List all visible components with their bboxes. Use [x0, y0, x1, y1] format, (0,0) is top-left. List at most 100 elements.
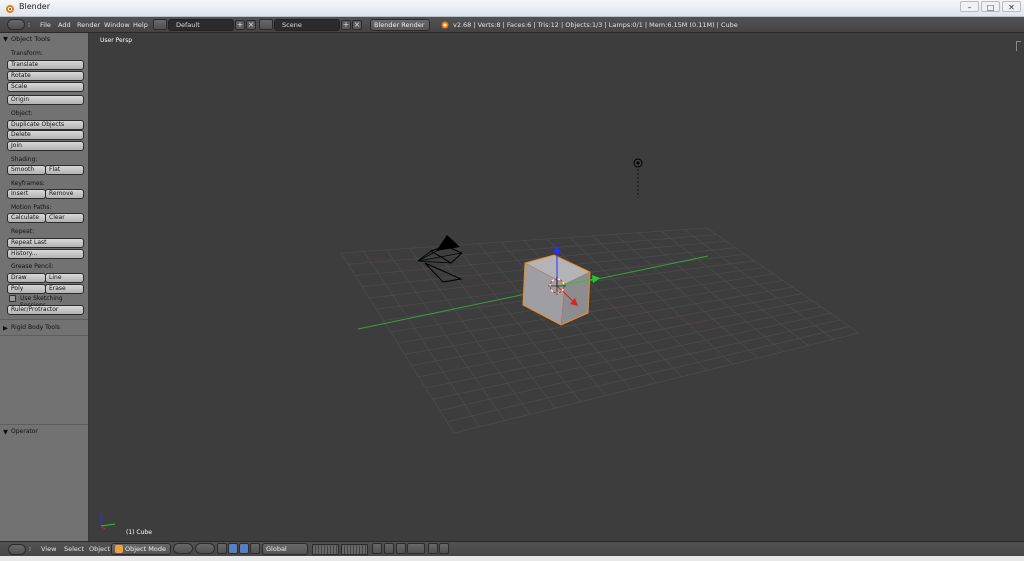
view-perspective-label: User Persp	[100, 37, 133, 44]
transform-orientation-dropdown[interactable]: Global	[262, 543, 308, 555]
grid-line	[432, 312, 831, 400]
grease-pencil-label: Grease Pencil:	[11, 263, 54, 270]
menu-file[interactable]: File	[40, 19, 51, 31]
manipulator-toggle-icon[interactable]	[217, 543, 227, 554]
pivot-point-icon[interactable]	[195, 543, 215, 554]
blender-logo-icon	[6, 5, 14, 13]
duplicate-objects-button[interactable]: Duplicate Objects	[7, 120, 84, 130]
viewport-scene[interactable]	[89, 33, 1024, 541]
ruler-protractor-button[interactable]: Ruler/Protractor	[7, 305, 84, 315]
menu-collapse-icon[interactable]: ⁝	[29, 543, 31, 555]
screen-layout-field[interactable]: Default	[168, 19, 234, 31]
panel-collapse-arrow-icon[interactable]: ▼	[3, 428, 8, 436]
clear-button[interactable]: Clear	[45, 213, 84, 223]
scale-button[interactable]: Scale	[7, 82, 84, 92]
rotate-button[interactable]: Rotate	[7, 71, 84, 81]
add-scene-button[interactable]: +	[341, 20, 351, 30]
shading-label: Shading:	[11, 156, 38, 163]
window-title: Blender	[19, 2, 50, 11]
grid-line	[453, 332, 860, 434]
scene-stats: v2.68 | Verts:8 | Faces:6 | Tris:12 | Ob…	[453, 21, 738, 29]
screen-layout-icon[interactable]	[153, 19, 167, 30]
view-axis-gizmo	[100, 513, 116, 530]
blender-logo-icon	[441, 21, 449, 29]
grease-poly-button[interactable]: Poly	[7, 284, 46, 294]
rigid-body-tools-panel-title[interactable]: Rigid Body Tools	[11, 324, 60, 331]
maximize-button[interactable]: □	[981, 1, 1000, 12]
menu-object[interactable]: Object	[89, 543, 110, 555]
render-engine-dropdown[interactable]: Blender Render	[370, 19, 430, 31]
scale-manipulator-icon[interactable]	[250, 543, 260, 554]
window-titlebar: Blender – □ ✕	[0, 0, 1024, 17]
insert-keyframe-button[interactable]: Insert	[7, 189, 46, 199]
scene-icon[interactable]	[259, 19, 273, 30]
object-tools-panel-title[interactable]: Object Tools	[11, 35, 50, 43]
taskbar-strip	[0, 556, 1024, 561]
floor-grid	[340, 227, 860, 434]
operator-panel-title[interactable]: Operator	[11, 428, 38, 435]
add-screen-button[interactable]: +	[235, 20, 245, 30]
opengl-render-icon[interactable]	[428, 543, 438, 554]
area-split-corner-icon[interactable]	[1016, 41, 1021, 51]
calculate-button[interactable]: Calculate	[7, 213, 46, 223]
object-mode-icon	[115, 545, 123, 553]
menu-render[interactable]: Render	[77, 19, 100, 31]
snap-element-icon[interactable]	[407, 543, 425, 554]
panel-expand-arrow-icon[interactable]: ▶	[3, 324, 8, 332]
remove-scene-button[interactable]: ×	[352, 20, 362, 30]
blender-window: Blender – □ ✕ ⁝ File Add Render Window H…	[0, 0, 1024, 561]
snap-toggle-icon[interactable]	[396, 543, 406, 554]
translate-manipulator-icon[interactable]	[228, 543, 238, 554]
panel-collapse-arrow-icon[interactable]: ▼	[3, 35, 8, 43]
editor-type-icon[interactable]	[8, 544, 26, 555]
keyframes-label: Keyframes:	[11, 180, 45, 187]
viewport-shading-icon[interactable]	[173, 543, 193, 554]
flat-button[interactable]: Flat	[45, 165, 84, 175]
rotate-manipulator-icon[interactable]	[239, 543, 249, 554]
layer-buttons-group-2[interactable]	[341, 544, 368, 555]
opengl-animation-icon[interactable]	[439, 543, 449, 554]
info-header: ⁝ File Add Render Window Help Default + …	[0, 17, 1024, 33]
3d-view-header: ⁝ View Select Object Object Mode Global	[0, 541, 1024, 556]
remove-keyframe-button[interactable]: Remove	[45, 189, 84, 199]
camera-object[interactable]	[417, 235, 463, 283]
close-button[interactable]: ✕	[1002, 1, 1021, 12]
grease-draw-button[interactable]: Draw	[7, 273, 46, 283]
menu-view[interactable]: View	[41, 543, 56, 555]
grease-erase-button[interactable]: Erase	[45, 284, 84, 294]
3d-viewport[interactable]: User Persp (1) Cube	[89, 33, 1024, 541]
lock-layers-icon[interactable]	[372, 543, 382, 554]
history-button[interactable]: History...	[7, 249, 84, 259]
repeat-last-button[interactable]: Repeat Last	[7, 238, 84, 248]
smooth-button[interactable]: Smooth	[7, 165, 46, 175]
repeat-label: Repeat:	[11, 228, 35, 235]
proportional-edit-icon[interactable]	[384, 543, 394, 554]
remove-screen-button[interactable]: ×	[246, 20, 256, 30]
grid-line	[446, 326, 850, 423]
menu-select[interactable]: Select	[64, 543, 84, 555]
grid-line	[569, 237, 708, 371]
scene-field[interactable]: Scene	[274, 19, 340, 31]
origin-button[interactable]: Origin	[7, 95, 84, 105]
join-button[interactable]: Join	[7, 141, 84, 151]
menu-window[interactable]: Window	[104, 19, 130, 31]
menu-collapse-icon[interactable]: ⁝	[28, 19, 30, 31]
transform-label: Transform:	[11, 50, 43, 57]
mode-label: Object Mode	[125, 545, 166, 553]
editor-type-icon[interactable]	[7, 19, 25, 30]
lamp-object[interactable]	[633, 158, 643, 198]
translate-button[interactable]: Translate	[7, 60, 84, 70]
menu-help[interactable]: Help	[133, 19, 148, 31]
use-sketching-checkbox[interactable]	[9, 295, 16, 302]
delete-button[interactable]: Delete	[7, 130, 84, 140]
object-label: Object:	[11, 110, 33, 117]
panel-divider	[0, 319, 88, 320]
minimize-button[interactable]: –	[960, 1, 979, 12]
menu-add[interactable]: Add	[58, 19, 71, 31]
grease-line-button[interactable]: Line	[45, 273, 84, 283]
panel-divider	[0, 335, 88, 336]
tool-shelf: ▼ Object Tools Transform: Translate Rota…	[0, 33, 89, 541]
grid-line	[418, 299, 812, 378]
layer-buttons-group-1[interactable]	[312, 544, 339, 555]
active-object-label: (1) Cube	[126, 529, 152, 536]
